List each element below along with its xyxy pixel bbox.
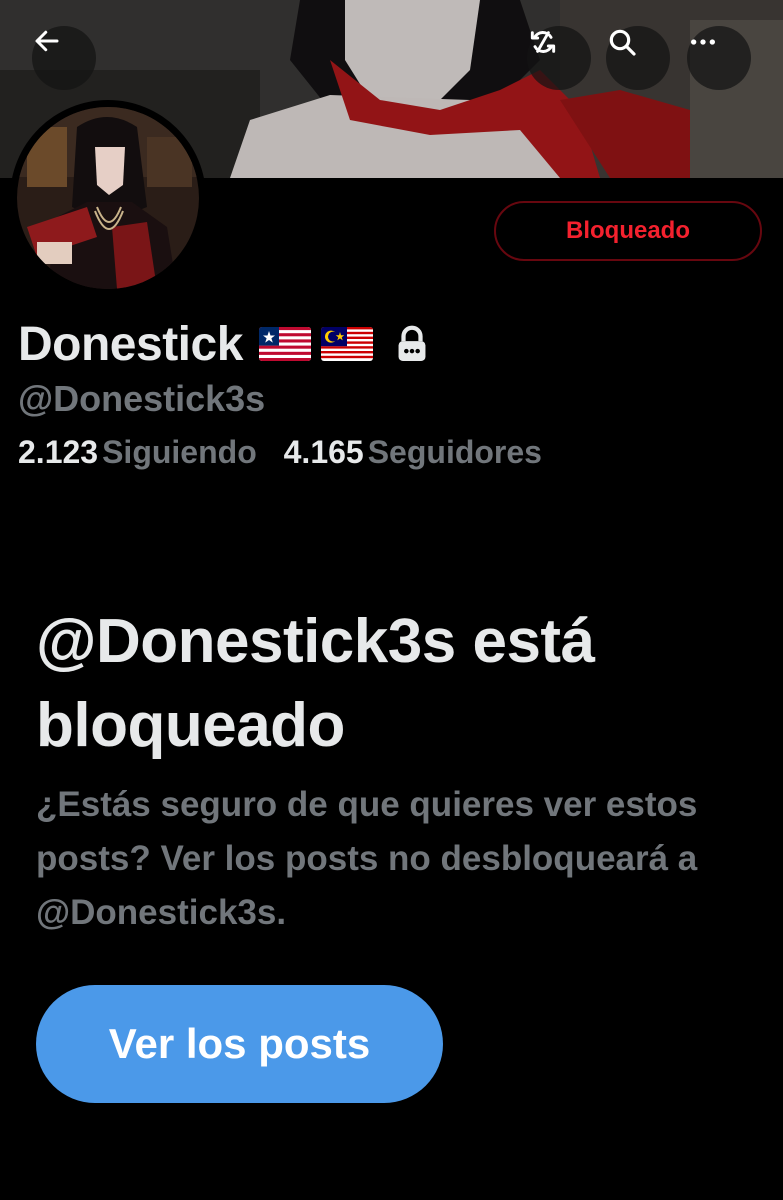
- profile-handle: @Donestick3s: [18, 378, 266, 419]
- following-link[interactable]: 2.123 Siguiendo: [18, 434, 257, 470]
- no-sync-icon: [530, 31, 556, 53]
- avatar[interactable]: [10, 100, 206, 296]
- search-button[interactable]: [606, 26, 670, 90]
- more-button[interactable]: [687, 26, 751, 90]
- arrow-left-icon: [35, 30, 59, 52]
- following-label: Siguiendo: [102, 434, 257, 470]
- blocked-title: @Donestick3s está bloqueado: [36, 607, 595, 760]
- followers-link[interactable]: 4.165 Seguidores: [284, 434, 542, 470]
- blocked-button[interactable]: Bloqueado: [494, 201, 762, 261]
- view-posts-button[interactable]: Ver los posts: [36, 985, 443, 1103]
- blocked-description: ¿Estás seguro de que quieres ver estos p…: [36, 785, 698, 932]
- search-icon: [609, 29, 636, 56]
- display-name: Donestick: [18, 317, 243, 371]
- more-horizontal-icon: [691, 39, 715, 45]
- followers-label: Seguidores: [367, 434, 542, 470]
- followers-count: 4.165: [283, 434, 364, 470]
- malaysia-flag-icon: [320, 327, 373, 361]
- following-count: 2.123: [18, 434, 99, 470]
- profile-stats: 2.123 Siguiendo 4.165 Seguidores: [18, 434, 560, 471]
- back-button[interactable]: [32, 26, 96, 90]
- lock-icon: [398, 325, 426, 361]
- liberia-flag-icon: [258, 327, 311, 361]
- profile-name-row: Donestick: [18, 314, 429, 374]
- avatar-image: [17, 107, 199, 289]
- no-sync-button[interactable]: [527, 26, 591, 90]
